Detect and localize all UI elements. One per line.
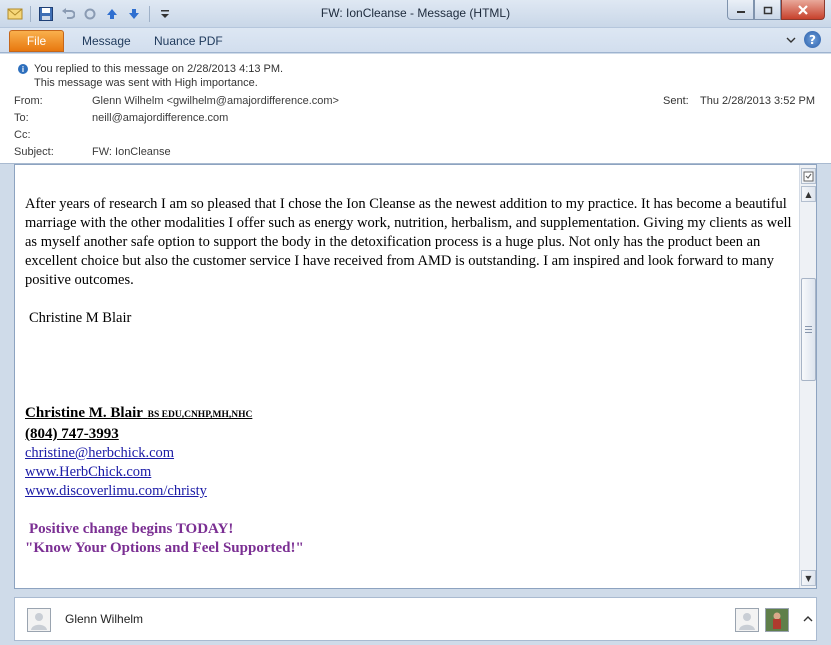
signature-phone: (804) 747-3993	[25, 426, 119, 442]
signature-name-line: Christine M. Blair BS EDU,CNHP,MH,NHC	[25, 404, 795, 425]
message-body[interactable]: After years of research I am so pleased …	[14, 164, 817, 589]
collapse-people-pane-icon[interactable]	[803, 612, 813, 626]
signature-phone-line: (804) 747-3993	[25, 425, 795, 444]
minimize-icon	[736, 10, 745, 13]
to-value[interactable]: neill@amajordifference.com	[92, 112, 228, 126]
contact-photo[interactable]	[765, 608, 789, 632]
body-paragraph: After years of research I am so pleased …	[25, 196, 792, 288]
minimize-button[interactable]	[727, 0, 754, 20]
scroll-down-icon[interactable]: ▼	[801, 570, 816, 586]
scrollbar-thumb[interactable]	[801, 278, 816, 381]
window-controls	[727, 0, 825, 20]
spell-check-icon[interactable]	[801, 168, 816, 184]
signature-website2-line: www.discoverlimu.com/christy	[25, 482, 795, 501]
help-icon[interactable]: ?	[804, 31, 821, 48]
ribbon-right-icons: ?	[786, 31, 821, 48]
sent-value: Thu 2/28/2013 3:52 PM	[700, 95, 815, 107]
expand-ribbon-icon[interactable]	[786, 33, 796, 47]
to-label: To:	[14, 112, 29, 124]
restore-icon	[763, 6, 772, 14]
subject-row: Subject: FW: IonCleanse	[14, 146, 171, 160]
grip-icon	[805, 326, 812, 333]
close-button[interactable]	[781, 0, 825, 20]
website-link-herbchick[interactable]: www.HerbChick.com	[25, 464, 151, 480]
from-row: From: Glenn Wilhelm <gwilhelm@amajordiff…	[14, 95, 339, 109]
title-bar: FW: IonCleanse - Message (HTML)	[0, 0, 831, 28]
tab-nuance-pdf[interactable]: Nuance PDF	[142, 30, 235, 52]
from-value[interactable]: Glenn Wilhelm <gwilhelm@amajordifference…	[92, 95, 339, 109]
people-pane-name[interactable]: Glenn Wilhelm	[65, 612, 143, 626]
signature-website1-line: www.HerbChick.com	[25, 463, 795, 482]
slogan-line-2: "Know Your Options and Feel Supported!"	[25, 540, 304, 556]
people-pane: Glenn Wilhelm	[14, 597, 817, 641]
to-row: To: neill@amajordifference.com	[14, 112, 228, 126]
info-icon: i	[18, 64, 28, 74]
subject-label: Subject:	[14, 146, 54, 158]
website-link-discoverlimu[interactable]: www.discoverlimu.com/christy	[25, 483, 207, 499]
email-link[interactable]: christine@herbchick.com	[25, 445, 174, 461]
info-importance-text: This message was sent with High importan…	[34, 77, 258, 89]
close-icon	[798, 4, 808, 15]
signature-email-line: christine@herbchick.com	[25, 444, 795, 463]
ribbon-tabs: File Message Nuance PDF ?	[0, 28, 831, 53]
scroll-up-icon[interactable]: ▲	[801, 186, 816, 202]
cc-label: Cc:	[14, 129, 31, 141]
message-header: i You replied to this message on 2/28/20…	[0, 54, 831, 164]
avatar[interactable]	[27, 608, 51, 632]
window-title: FW: IonCleanse - Message (HTML)	[320, 6, 511, 20]
sent-label: Sent:	[663, 95, 689, 107]
slogan-line-1: Positive change begins TODAY!	[29, 521, 234, 537]
info-line-importance: This message was sent with High importan…	[18, 76, 283, 90]
signature-credentials: BS EDU,CNHP,MH,NHC	[147, 410, 253, 420]
message-content: After years of research I am so pleased …	[25, 195, 795, 558]
signature-name: Christine M. Blair	[25, 405, 143, 421]
restore-button[interactable]	[754, 0, 781, 20]
info-line-replied: i You replied to this message on 2/28/20…	[18, 62, 283, 76]
cc-row: Cc:	[14, 129, 92, 143]
subject-value: FW: IonCleanse	[92, 146, 171, 158]
info-bar: i You replied to this message on 2/28/20…	[18, 62, 283, 90]
tab-file[interactable]: File	[9, 30, 64, 52]
signoff: Christine M Blair	[29, 310, 132, 326]
sent-row: Sent: Thu 2/28/2013 3:52 PM	[663, 95, 815, 107]
info-replied-text: You replied to this message on 2/28/2013…	[34, 63, 284, 75]
vertical-scrollbar[interactable]: ▲ ▼	[799, 165, 816, 588]
tab-message[interactable]: Message	[70, 30, 143, 52]
contact-avatar[interactable]	[735, 608, 759, 632]
from-label: From:	[14, 95, 43, 107]
